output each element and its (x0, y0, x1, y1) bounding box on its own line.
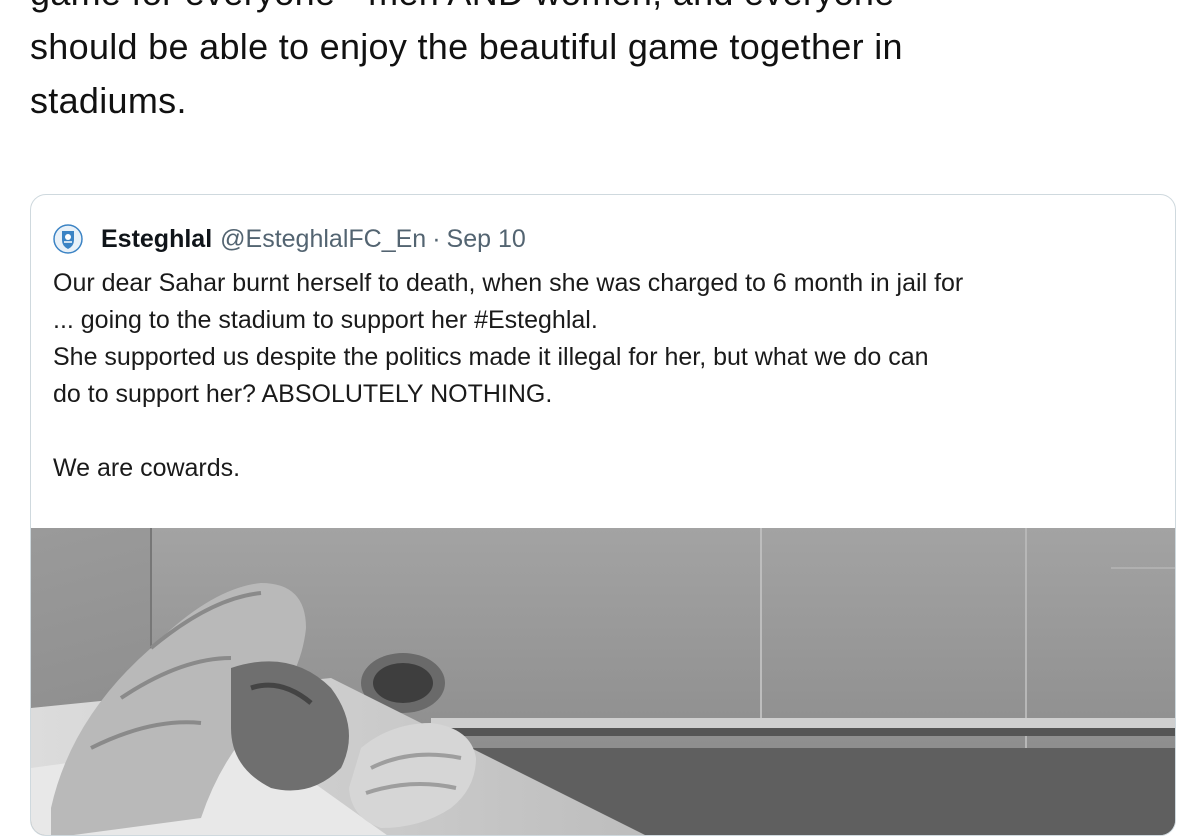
quoted-text-line: We are cowards. (53, 454, 241, 482)
tweet-text-line: game for everyone - men AND women, and e… (30, 0, 1180, 20)
header-separator: · (432, 224, 441, 253)
quoted-handle[interactable]: @EsteghlalFC_En (220, 225, 426, 254)
tweet-text-line: should be able to enjoy the beautiful ga… (30, 26, 903, 67)
quoted-tweet-photo[interactable] (31, 528, 1175, 835)
quoted-tweet-card[interactable]: Esteghlal @EsteghlalFC_En · Sep 10 Our d… (30, 194, 1176, 836)
quoted-text-line: She supported us despite the politics ma… (53, 343, 929, 371)
quoted-date[interactable]: Sep 10 (447, 225, 526, 254)
quoted-display-name[interactable]: Esteghlal (101, 225, 212, 254)
tweet-text-line: stadiums. (30, 80, 187, 121)
quoted-tweet-text: Our dear Sahar burnt herself to death, w… (53, 265, 1163, 487)
quoted-text-line: ... going to the stadium to support her … (53, 306, 598, 334)
quoted-text-blank-line (53, 413, 1163, 450)
photo-illustration (31, 528, 1175, 835)
quoted-tweet-header: Esteghlal @EsteghlalFC_En · Sep 10 (53, 221, 526, 257)
club-crest-avatar-icon[interactable] (53, 224, 83, 254)
quoted-text-line: Our dear Sahar burnt herself to death, w… (53, 269, 964, 297)
quoted-text-line: do to support her? ABSOLUTELY NOTHING. (53, 380, 553, 408)
tweet-text: game for everyone - men AND women, and e… (30, 0, 1180, 128)
